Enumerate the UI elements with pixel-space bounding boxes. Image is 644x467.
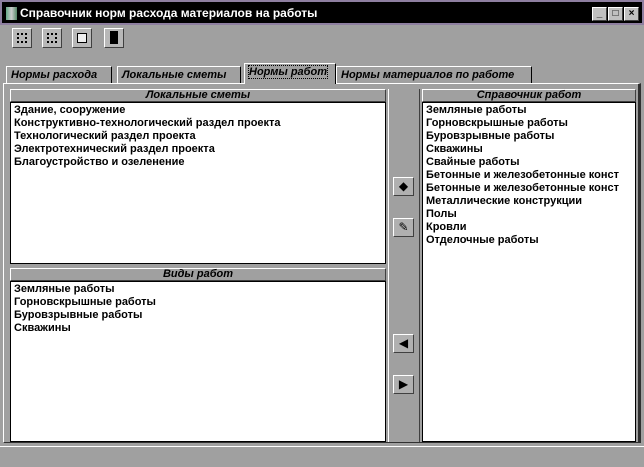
move-left-button[interactable] — [12, 28, 32, 48]
add-left-button[interactable]: ◀ — [393, 334, 414, 353]
list-item[interactable]: Горновскрышные работы — [14, 296, 382, 309]
report-button[interactable] — [72, 28, 92, 48]
tab-local-estimates[interactable]: Локальные сметы — [117, 66, 241, 84]
erase-button[interactable]: ◆ — [393, 177, 414, 196]
list-item[interactable]: Скважины — [14, 322, 382, 335]
work-catalog-header: Справочник работ — [422, 89, 636, 102]
list-item[interactable]: Земляные работы — [426, 104, 632, 117]
list-item[interactable]: Полы — [426, 208, 632, 221]
tab-consumption-norms[interactable]: Нормы расхода — [6, 66, 112, 84]
list-item[interactable]: Конструктивно-технологический раздел про… — [14, 117, 382, 130]
maximize-button[interactable]: □ — [608, 7, 623, 21]
move-left-icon — [17, 33, 27, 43]
local-estimates-list[interactable]: Здание, сооружение Конструктивно-технолог… — [10, 102, 386, 264]
minimize-button[interactable]: _ — [592, 7, 607, 21]
title-bar: Справочник норм расхода материалов на ра… — [0, 0, 644, 25]
list-item[interactable]: Металлические конструкции — [426, 195, 632, 208]
list-item[interactable]: Буровзрывные работы — [14, 309, 382, 322]
status-bar — [0, 446, 644, 467]
tab-work-norms[interactable]: Нормы работ — [244, 63, 336, 84]
move-right-icon — [47, 33, 57, 43]
work-catalog-list[interactable]: Земляные работы Горновскрышные работы Буро… — [422, 102, 636, 442]
add-right-button[interactable]: ▶ — [393, 375, 414, 394]
app-icon — [6, 7, 17, 20]
work-types-header: Виды работ — [10, 268, 386, 281]
list-item[interactable]: Благоустройство и озеленение — [14, 156, 382, 169]
report-icon — [77, 33, 87, 43]
list-item[interactable]: Горновскрышные работы — [426, 117, 632, 130]
list-item[interactable]: Бетонные и железобетонные конст — [426, 169, 632, 182]
list-item[interactable]: Свайные работы — [426, 156, 632, 169]
exit-button[interactable] — [104, 28, 124, 48]
edit-button[interactable]: ✎ — [393, 218, 414, 237]
list-item[interactable]: Буровзрывные работы — [426, 130, 632, 143]
list-item[interactable]: Электротехнический раздел проекта — [14, 143, 382, 156]
list-item[interactable]: Технологический раздел проекта — [14, 130, 382, 143]
local-estimates-header: Локальные сметы — [10, 89, 386, 102]
list-item[interactable]: Здание, сооружение — [14, 104, 382, 117]
list-item[interactable]: Бетонные и железобетонные конст — [426, 182, 632, 195]
close-button[interactable]: × — [624, 7, 639, 21]
exit-door-icon — [110, 31, 118, 44]
move-right-button[interactable] — [42, 28, 62, 48]
list-item[interactable]: Земляные работы — [14, 283, 382, 296]
tab-material-norms-by-work[interactable]: Нормы материалов по работе — [336, 66, 532, 84]
list-item[interactable]: Кровли — [426, 221, 632, 234]
list-item[interactable]: Скважины — [426, 143, 632, 156]
window-title: Справочник норм расхода материалов на ра… — [20, 6, 318, 20]
list-item[interactable]: Отделочные работы — [426, 234, 632, 247]
work-types-list[interactable]: Земляные работы Горновскрышные работы Буро… — [10, 281, 386, 442]
